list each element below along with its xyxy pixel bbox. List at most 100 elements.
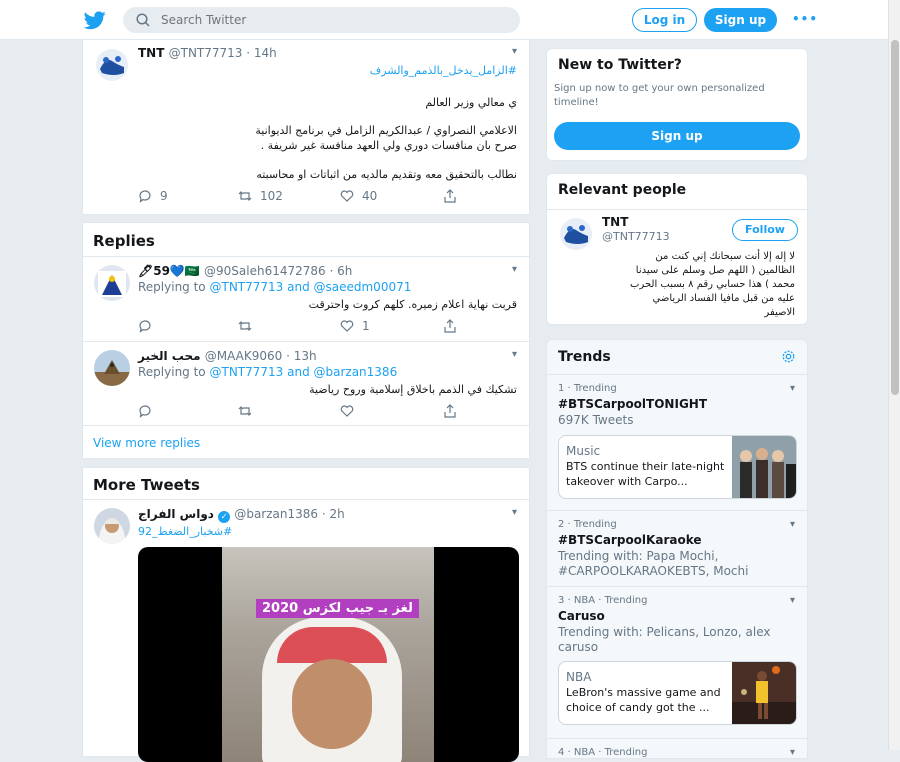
video-player[interactable]: لغز بـ جيب لكزس 2020 (138, 547, 519, 762)
chevron-down-icon[interactable]: ▾ (512, 264, 517, 275)
trend-item[interactable]: 4 · NBA · Trending ▾ (547, 738, 807, 760)
tweet-text-line: صرح بان منافسات دوري ولي العهد منافسة غي… (260, 139, 517, 152)
person-bio: لا إله إلا أنت سبحانك إني كنت من الظالمي… (630, 251, 795, 318)
trends-card: Trends 1 · Trending ▾ #BTSCarpoolTONIGHT… (546, 339, 808, 759)
more-options-icon[interactable]: ••• (792, 12, 818, 26)
reply-icon (139, 320, 151, 333)
tweet-hashtag[interactable]: #الزامل_يدخل_بالذمم_والشرف (370, 64, 517, 77)
tweet-actions: 9 102 40 (138, 189, 458, 205)
retweet-button[interactable] (238, 319, 260, 333)
person-handle[interactable]: @TNT77713 (602, 230, 670, 243)
main-column: TNT @TNT77713 · 14h ▾ #الزامل_يدخل_بالذم… (82, 40, 530, 762)
login-button[interactable]: Log in (632, 8, 697, 32)
search-icon (136, 13, 150, 27)
retweet-icon (238, 321, 252, 331)
reply-button[interactable] (138, 319, 160, 333)
reply-tweet[interactable]: محب الخير @MAAK9060 · 13h ▾ Replying to … (83, 342, 529, 426)
relevant-people-heading: Relevant people (558, 182, 687, 198)
share-icon (444, 319, 456, 333)
reply-icon (139, 405, 151, 418)
new-to-twitter-text: Sign up now to get your own personalized… (554, 83, 765, 108)
trend-news-card[interactable]: Music BTS continue their late-night takeo… (558, 435, 797, 499)
twitter-bird-icon[interactable] (84, 9, 106, 31)
tweet-author[interactable]: TNT @TNT77713 · 14h (138, 46, 277, 60)
share-button[interactable] (443, 404, 457, 418)
avatar[interactable] (94, 265, 130, 301)
trend-name[interactable]: Caruso (558, 609, 605, 623)
settings-gear-icon[interactable] (781, 349, 796, 364)
chevron-down-icon[interactable]: ▾ (790, 595, 795, 606)
view-more-replies-link[interactable]: View more replies (93, 436, 200, 450)
trend-name[interactable]: #BTSCarpoolKaraoke (558, 533, 702, 547)
more-tweets-heading: More Tweets (93, 476, 200, 494)
video-frame (222, 547, 434, 762)
replying-to: Replying to @TNT77713 and @saeedm00071 (138, 280, 412, 294)
tweet-author[interactable]: دواس الفراج ✓ @barzan1386 · 2h (138, 507, 345, 523)
tweet-text-line: ي معالي وزير العالم (425, 96, 517, 109)
reply-text: تشكيك في الذمم باخلاق إسلامية وروح رياضي… (309, 383, 517, 396)
chevron-down-icon[interactable]: ▾ (790, 519, 795, 530)
focused-tweet[interactable]: TNT @TNT77713 · 14h ▾ #الزامل_يدخل_بالذم… (82, 40, 530, 215)
replies-panel: Replies 🖊59💙🇸🇦 @90Saleh61472786 · 6h ▾ R… (82, 222, 530, 459)
reply-icon (139, 190, 151, 203)
avatar[interactable] (558, 216, 594, 252)
like-button[interactable]: 40 (340, 189, 377, 203)
share-icon (444, 189, 456, 203)
replying-to-link[interactable]: @TNT77713 and @barzan1386 (209, 365, 397, 379)
replying-to-link[interactable]: @TNT77713 and @saeedm00071 (209, 280, 411, 294)
signup-button[interactable]: Sign up (704, 8, 777, 32)
new-to-twitter-heading: New to Twitter? (558, 57, 682, 73)
like-button[interactable] (340, 404, 354, 418)
verified-badge-icon: ✓ (218, 511, 231, 523)
reply-tweet[interactable]: 🖊59💙🇸🇦 @90Saleh61472786 · 6h ▾ Replying … (83, 257, 529, 342)
tweet-actions: 1 (138, 319, 458, 335)
relevant-people-card: Relevant people TNT @TNT77713 Follow لا … (546, 173, 808, 325)
like-button[interactable]: 1 (340, 319, 370, 333)
avatar[interactable] (94, 350, 130, 386)
sidebar-signup-button[interactable]: Sign up (554, 122, 800, 150)
tweet-text-line: الاعلامي النصراوي / عبدالكريم الزامل في … (255, 124, 517, 137)
person-name[interactable]: TNT (602, 215, 628, 229)
retweet-button[interactable] (238, 404, 252, 418)
avatar[interactable] (94, 47, 130, 83)
trend-name[interactable]: #BTSCarpoolTONIGHT (558, 397, 707, 411)
chevron-down-icon[interactable]: ▾ (512, 46, 517, 57)
chevron-down-icon[interactable]: ▾ (512, 507, 517, 518)
tweet-text-line: نطالب بالتحقيق معه وتقديم مالديه من اثبا… (256, 168, 517, 181)
retweet-icon (238, 191, 252, 201)
reply-button[interactable] (138, 404, 152, 418)
new-to-twitter-card: New to Twitter? Sign up now to get your … (546, 48, 808, 161)
heart-icon (340, 320, 354, 332)
share-button[interactable] (443, 319, 457, 333)
news-thumbnail (732, 436, 796, 498)
avatar[interactable] (94, 508, 130, 544)
tweet-actions (138, 404, 458, 420)
share-button[interactable] (443, 189, 457, 203)
trend-item[interactable]: 3 · NBA · Trending ▾ Caruso Trending wit… (547, 586, 807, 738)
chevron-down-icon[interactable]: ▾ (790, 383, 795, 394)
tweet-hashtag[interactable]: #شخبار_الضغط_92 (138, 525, 232, 538)
trend-item[interactable]: 1 · Trending ▾ #BTSCarpoolTONIGHT 697K T… (547, 374, 807, 510)
search-input[interactable] (161, 10, 501, 30)
reply-author[interactable]: محب الخير @MAAK9060 · 13h (138, 349, 317, 363)
trends-heading: Trends (558, 349, 611, 365)
reply-author[interactable]: 🖊59💙🇸🇦 @90Saleh61472786 · 6h (138, 264, 352, 278)
share-icon (444, 404, 456, 418)
retweet-icon (238, 406, 252, 416)
more-tweet[interactable]: دواس الفراج ✓ @barzan1386 · 2h ▾ #شخبار_… (83, 500, 529, 762)
follow-button[interactable]: Follow (732, 219, 798, 241)
trend-item[interactable]: 2 · Trending ▾ #BTSCarpoolKaraoke Trendi… (547, 510, 807, 586)
trend-news-card[interactable]: NBA LeBron's massive game and choice of c… (558, 661, 797, 725)
heart-icon (340, 405, 354, 417)
retweet-button[interactable]: 102 (238, 189, 283, 203)
reply-button[interactable]: 9 (138, 189, 168, 203)
page-scrollbar[interactable] (888, 0, 900, 750)
chevron-down-icon[interactable]: ▾ (512, 349, 517, 360)
scrollbar-thumb[interactable] (891, 40, 899, 395)
top-navigation-bar: Log in Sign up ••• (0, 0, 888, 40)
video-caption: لغز بـ جيب لكزس 2020 (256, 599, 419, 618)
search-box[interactable] (123, 7, 520, 33)
chevron-down-icon[interactable]: ▾ (790, 747, 795, 758)
replying-to: Replying to @TNT77713 and @barzan1386 (138, 365, 398, 379)
news-thumbnail (732, 662, 796, 724)
